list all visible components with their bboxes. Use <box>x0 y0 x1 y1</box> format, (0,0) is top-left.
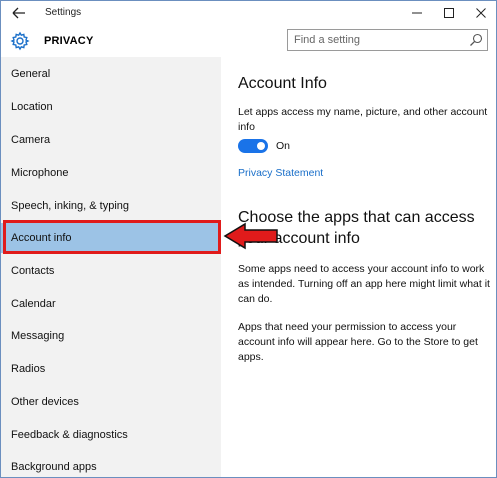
sidebar-item-feedback[interactable]: Feedback & diagnostics <box>1 420 221 450</box>
account-info-toggle[interactable] <box>238 139 268 153</box>
title-bar: Settings <box>1 1 496 25</box>
minimize-icon <box>412 12 422 14</box>
page-header: PRIVACY <box>1 25 496 57</box>
sidebar: General Location Camera Microphone Speec… <box>1 57 221 477</box>
page-title: PRIVACY <box>44 35 94 47</box>
sidebar-item-location[interactable]: Location <box>1 92 221 122</box>
section-heading: Account Info <box>238 75 327 92</box>
search-icon[interactable] <box>469 33 483 47</box>
gear-icon <box>10 31 30 51</box>
toggle-knob <box>257 142 265 150</box>
close-icon <box>476 8 486 18</box>
store-info-paragraph: Apps that need your permission to access… <box>238 321 478 363</box>
sidebar-item-background-apps[interactable]: Background apps <box>1 452 221 477</box>
toggle-state-label: On <box>276 140 291 152</box>
window-title: Settings <box>45 7 82 18</box>
sidebar-item-microphone[interactable]: Microphone <box>1 158 221 188</box>
close-button[interactable] <box>466 3 496 23</box>
main-content: Account Info Let apps access my name, pi… <box>221 57 496 477</box>
settings-window: Settings PRIVACY General Locatio <box>0 0 497 478</box>
back-arrow-icon <box>12 7 25 19</box>
apps-info-paragraph: Some apps need to access your account in… <box>238 263 490 305</box>
sidebar-item-account-info[interactable]: Account info <box>1 223 221 253</box>
sidebar-item-speech[interactable]: Speech, inking, & typing <box>1 191 221 221</box>
choose-apps-heading: Choose the apps that can access your acc… <box>238 209 475 247</box>
search-input[interactable] <box>288 30 464 50</box>
setting-description: Let apps access my name, picture, and ot… <box>238 106 488 133</box>
sidebar-item-camera[interactable]: Camera <box>1 125 221 155</box>
back-button[interactable] <box>9 4 29 22</box>
sidebar-item-other-devices[interactable]: Other devices <box>1 387 221 417</box>
sidebar-item-contacts[interactable]: Contacts <box>1 256 221 286</box>
maximize-icon <box>444 8 454 18</box>
maximize-button[interactable] <box>434 3 464 23</box>
privacy-statement-link[interactable]: Privacy Statement <box>238 167 323 179</box>
sidebar-item-radios[interactable]: Radios <box>1 354 221 384</box>
sidebar-item-calendar[interactable]: Calendar <box>1 289 221 319</box>
search-box[interactable] <box>287 29 488 51</box>
sidebar-item-messaging[interactable]: Messaging <box>1 321 221 351</box>
minimize-button[interactable] <box>402 3 432 23</box>
sidebar-item-general[interactable]: General <box>1 59 221 89</box>
